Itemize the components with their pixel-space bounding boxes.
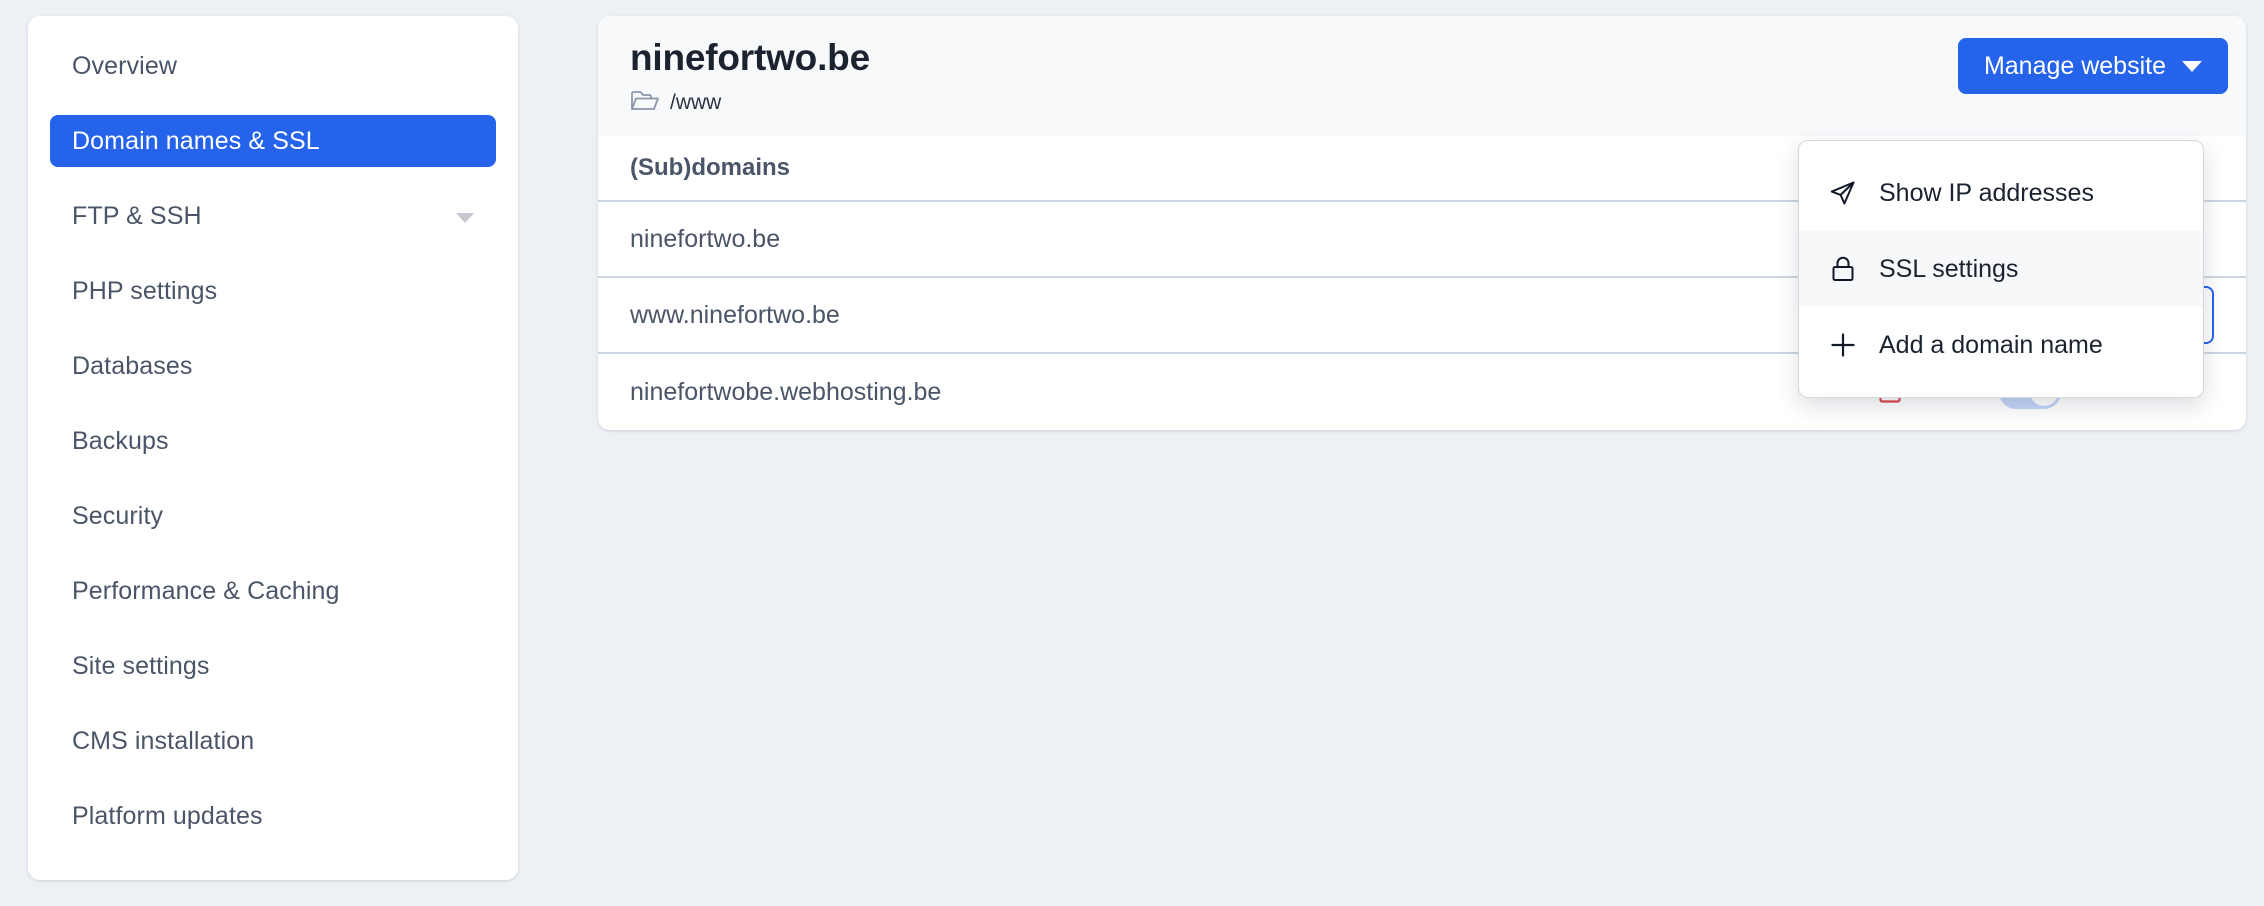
manage-website-dropdown: Show IP addresses SSL settings Add a dom… (1798, 140, 2204, 398)
menu-item-ssl-settings[interactable]: SSL settings (1799, 231, 2203, 307)
plus-icon (1829, 331, 1857, 359)
sidebar-item-label: Performance & Caching (72, 576, 340, 605)
menu-item-show-ip-addresses[interactable]: Show IP addresses (1799, 155, 2203, 231)
domain-name-cell: www.ninefortwo.be (630, 300, 840, 329)
sidebar-item-performance-caching[interactable]: Performance & Caching (50, 565, 496, 617)
column-header-subdomains: (Sub)domains (630, 154, 790, 181)
menu-item-label: Add a domain name (1879, 330, 2103, 359)
folder-open-icon (630, 89, 660, 118)
send-arrow-icon (1829, 179, 1857, 207)
lock-closed-icon (1829, 254, 1857, 284)
sidebar-item-cms-installation[interactable]: CMS installation (50, 715, 496, 767)
menu-item-label: Show IP addresses (1879, 178, 2094, 207)
domain-name-cell: ninefortwobe.webhosting.be (630, 377, 942, 406)
menu-item-label: SSL settings (1879, 254, 2019, 283)
sidebar-item-label: Domain names & SSL (72, 126, 320, 155)
sidebar-item-label: CMS installation (72, 726, 255, 755)
domain-name-cell: ninefortwo.be (630, 224, 781, 253)
sidebar-nav: Overview Domain names & SSL FTP & SSH PH… (28, 16, 518, 880)
sidebar-item-ftp-ssh[interactable]: FTP & SSH (50, 190, 496, 242)
manage-website-label: Manage website (1983, 51, 2166, 80)
sidebar-item-security[interactable]: Security (50, 490, 496, 542)
caret-down-icon (2182, 60, 2202, 72)
sidebar-item-label: Databases (72, 351, 193, 380)
sidebar-item-domain-names-ssl[interactable]: Domain names & SSL (50, 115, 496, 167)
sidebar-item-label: Security (72, 501, 164, 530)
path-label: /www (670, 91, 722, 115)
sidebar-item-label: Platform updates (72, 801, 263, 830)
app-page: Overview Domain names & SSL FTP & SSH PH… (0, 0, 2264, 906)
sidebar-item-label: Site settings (72, 651, 210, 680)
sidebar-item-platform-updates[interactable]: Platform updates (50, 790, 496, 842)
chevron-down-icon (456, 213, 474, 223)
sidebar-item-label: PHP settings (72, 276, 218, 305)
sidebar-item-label: Backups (72, 426, 169, 455)
sidebar-item-site-settings[interactable]: Site settings (50, 640, 496, 692)
card-header: ninefortwo.be /www Manage website (598, 16, 2246, 136)
menu-item-add-a-domain-name[interactable]: Add a domain name (1799, 307, 2203, 383)
sidebar-item-php-settings[interactable]: PHP settings (50, 265, 496, 317)
sidebar-item-label: FTP & SSH (72, 201, 202, 230)
sidebar-item-backups[interactable]: Backups (50, 415, 496, 467)
sidebar-item-databases[interactable]: Databases (50, 340, 496, 392)
manage-website-button[interactable]: Manage website (1957, 38, 2228, 94)
main-content-card: ninefortwo.be /www Manage website (Sub)d… (598, 16, 2246, 430)
sidebar-item-label: Overview (72, 51, 177, 80)
sidebar-item-overview[interactable]: Overview (50, 40, 496, 92)
